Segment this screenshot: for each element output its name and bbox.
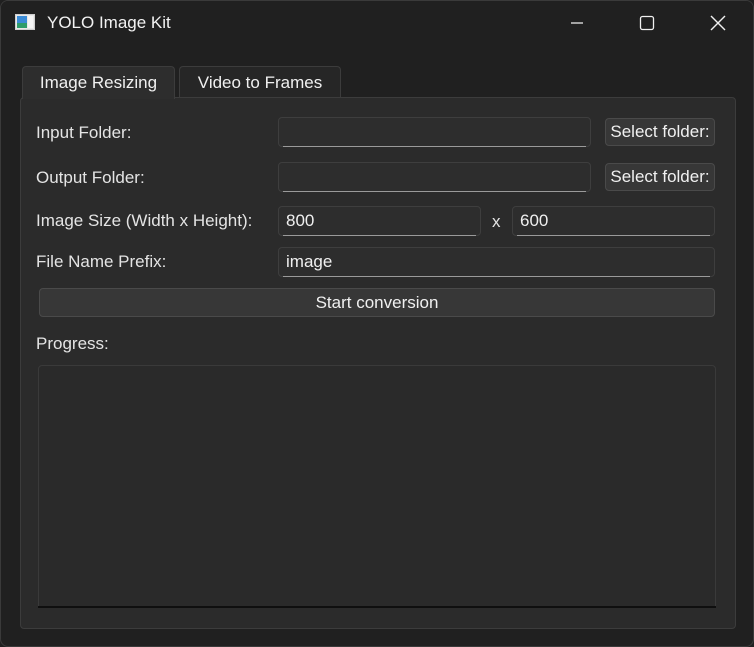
file-name-prefix-label: File Name Prefix: [36,252,167,271]
close-icon [710,15,726,31]
input-folder-label: Input Folder: [36,123,132,142]
maximize-icon [639,15,655,31]
input-folder-field[interactable] [278,117,591,147]
image-resizing-panel: Input Folder: Select folder: Output Fold… [20,97,736,629]
image-size-label: Image Size (Width x Height): [36,211,253,230]
output-folder-field[interactable] [278,162,591,192]
size-separator: x [492,212,501,231]
window-title: YOLO Image Kit [47,13,171,32]
tab-image-resizing[interactable]: Image Resizing [22,66,175,99]
image-height-field[interactable]: 600 [512,206,715,236]
output-folder-label: Output Folder: [36,168,145,187]
select-output-folder-button[interactable]: Select folder: [605,163,715,191]
maximize-button[interactable] [612,1,682,45]
app-window: YOLO Image Kit Image Resizing Video to F… [0,0,754,647]
app-icon [15,14,35,30]
progress-label: Progress: [36,334,109,353]
minimize-button[interactable] [542,1,612,45]
file-name-prefix-field[interactable]: image [278,247,715,277]
start-conversion-button[interactable]: Start conversion [39,288,715,317]
close-button[interactable] [683,1,753,45]
progress-log[interactable] [38,365,716,608]
image-width-field[interactable]: 800 [278,206,481,236]
tab-video-to-frames[interactable]: Video to Frames [179,66,341,98]
title-bar[interactable]: YOLO Image Kit [1,1,753,45]
minimize-icon [571,22,583,24]
select-input-folder-button[interactable]: Select folder: [605,118,715,146]
